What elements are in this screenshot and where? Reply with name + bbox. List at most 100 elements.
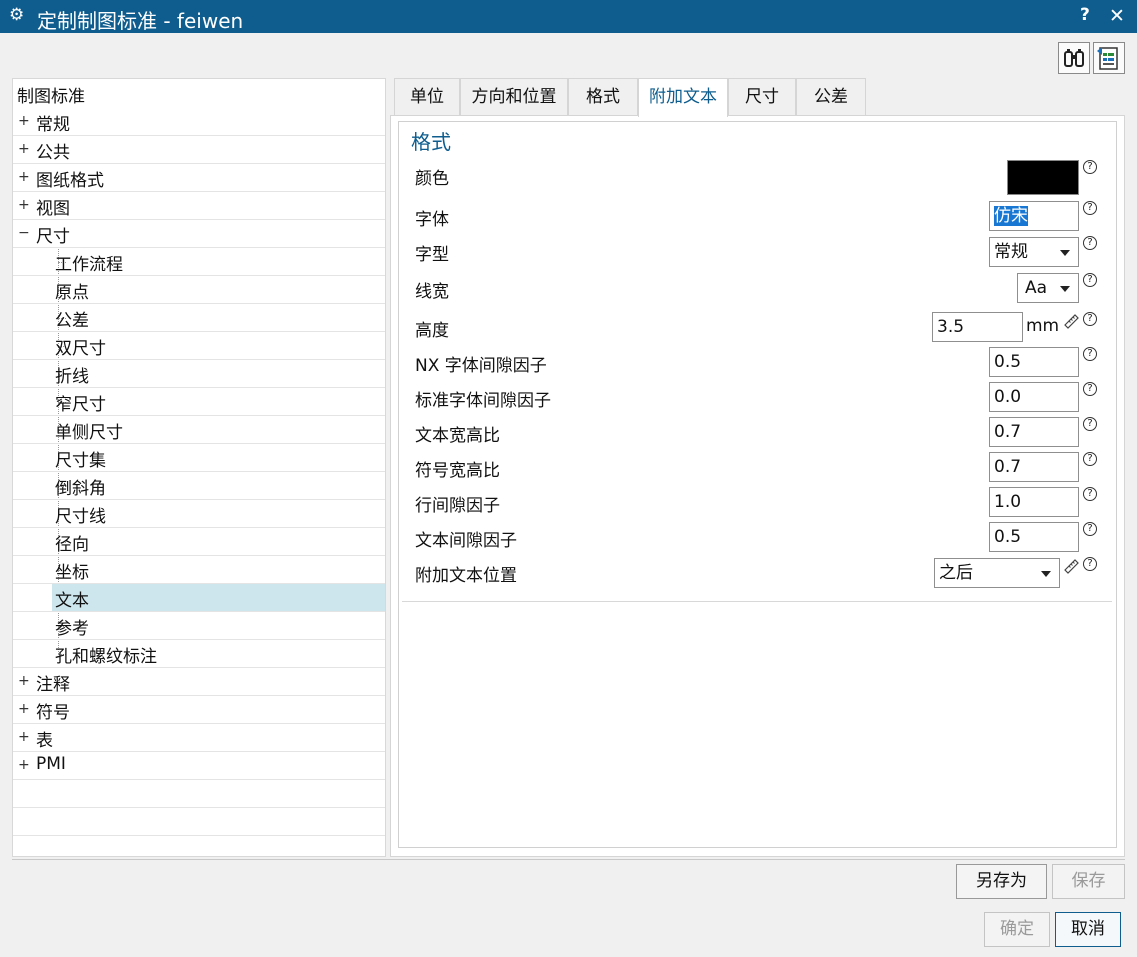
symbol-ratio-label: 符号宽高比 bbox=[415, 461, 500, 481]
expand-icon[interactable]: + bbox=[18, 169, 30, 186]
help-button[interactable]: ? bbox=[1080, 5, 1090, 25]
tree-child-selected[interactable]: 文本 bbox=[13, 584, 385, 612]
help-icon[interactable]: ? bbox=[1083, 382, 1097, 396]
font-field[interactable]: 仿宋 bbox=[989, 201, 1079, 231]
tree-child[interactable]: 双尺寸 bbox=[13, 332, 385, 360]
help-icon[interactable]: ? bbox=[1083, 160, 1097, 174]
tree-item-label: 公共 bbox=[36, 143, 70, 163]
tree-child[interactable]: 折线 bbox=[13, 360, 385, 388]
expand-icon[interactable]: + bbox=[18, 729, 30, 746]
linewidth-label: 线宽 bbox=[415, 282, 449, 302]
position-select[interactable]: 之后 bbox=[934, 558, 1060, 588]
tree-child[interactable]: 工作流程 bbox=[13, 248, 385, 276]
tree-child[interactable]: 公差 bbox=[13, 304, 385, 332]
binoculars-icon[interactable] bbox=[1058, 42, 1090, 74]
tree-item-general[interactable]: + 常规 bbox=[13, 108, 385, 136]
tree-child-label: 单侧尺寸 bbox=[55, 423, 123, 443]
tree-item-pmi[interactable]: + PMI bbox=[13, 752, 385, 780]
tree-child[interactable]: 坐标 bbox=[13, 556, 385, 584]
tab-format[interactable]: 格式 bbox=[568, 78, 638, 115]
measure-icon[interactable] bbox=[1063, 557, 1080, 574]
tree-item-symbols[interactable]: + 符号 bbox=[13, 696, 385, 724]
tab-orientation-position[interactable]: 方向和位置 bbox=[460, 78, 568, 115]
cancel-button[interactable]: 取消 bbox=[1055, 912, 1121, 947]
help-icon[interactable]: ? bbox=[1083, 236, 1097, 250]
tree-child-label: 窄尺寸 bbox=[55, 395, 106, 415]
symbol-ratio-input[interactable]: 0.7 bbox=[989, 452, 1079, 482]
save-as-button[interactable]: 另存为 bbox=[956, 864, 1047, 899]
tab-appended-text[interactable]: 附加文本 bbox=[638, 78, 728, 117]
section-divider bbox=[402, 601, 1112, 602]
height-input[interactable]: 3.5 bbox=[932, 312, 1023, 342]
tree-child-label: 工作流程 bbox=[55, 255, 123, 275]
tree-child[interactable]: 径向 bbox=[13, 528, 385, 556]
line-gap-input[interactable]: 1.0 bbox=[989, 487, 1079, 517]
tree-item-label: 常规 bbox=[36, 115, 70, 135]
tree-item-dimension[interactable]: − 尺寸 bbox=[13, 220, 385, 248]
style-label: 字型 bbox=[415, 245, 449, 265]
help-icon[interactable]: ? bbox=[1083, 347, 1097, 361]
tree-item-notes[interactable]: + 注释 bbox=[13, 668, 385, 696]
position-label: 附加文本位置 bbox=[415, 566, 517, 586]
std-gap-input[interactable]: 0.0 bbox=[989, 382, 1079, 412]
save-button[interactable]: 保存 bbox=[1052, 864, 1125, 899]
tree-child[interactable]: 参考 bbox=[13, 612, 385, 640]
color-swatch[interactable] bbox=[1007, 160, 1079, 195]
tree-child-label: 公差 bbox=[55, 311, 89, 331]
tree-item-label: 视图 bbox=[36, 199, 70, 219]
tree-child-label: 坐标 bbox=[55, 563, 89, 583]
help-icon[interactable]: ? bbox=[1083, 417, 1097, 431]
tree-item-label: 注释 bbox=[36, 675, 70, 695]
help-icon[interactable]: ? bbox=[1083, 487, 1097, 501]
tree-child-label: 参考 bbox=[55, 619, 89, 639]
help-icon[interactable]: ? bbox=[1083, 522, 1097, 536]
tree-child[interactable]: 窄尺寸 bbox=[13, 388, 385, 416]
tab-units[interactable]: 单位 bbox=[394, 78, 460, 115]
window-title: 定制制图标准 - feiwen bbox=[37, 9, 244, 33]
close-button[interactable]: ✕ bbox=[1109, 5, 1125, 27]
help-icon[interactable]: ? bbox=[1083, 312, 1097, 326]
expand-icon[interactable]: + bbox=[18, 113, 30, 130]
help-icon[interactable]: ? bbox=[1083, 201, 1097, 215]
tree-item-common[interactable]: + 公共 bbox=[13, 136, 385, 164]
tree-child[interactable]: 单侧尺寸 bbox=[13, 416, 385, 444]
tree-root-label: 制图标准 bbox=[17, 87, 85, 107]
text-ratio-label: 文本宽高比 bbox=[415, 426, 500, 446]
collapse-icon[interactable]: − bbox=[18, 225, 30, 242]
help-icon[interactable]: ? bbox=[1083, 557, 1097, 571]
nx-gap-input[interactable]: 0.5 bbox=[989, 347, 1079, 377]
help-icon[interactable]: ? bbox=[1083, 452, 1097, 466]
expand-icon[interactable]: + bbox=[18, 197, 30, 214]
tree-child[interactable]: 尺寸线 bbox=[13, 500, 385, 528]
text-gap-input[interactable]: 0.5 bbox=[989, 522, 1079, 552]
expand-icon[interactable]: + bbox=[18, 141, 30, 158]
ok-button[interactable]: 确定 bbox=[984, 912, 1050, 947]
gear-icon[interactable]: ⚙ bbox=[9, 5, 24, 25]
height-label: 高度 bbox=[415, 321, 449, 341]
expand-icon[interactable]: + bbox=[18, 673, 30, 690]
standards-tree: 制图标准 + 常规 + 公共 + 图纸格式 + 视图 − 尺寸 工作流程 原点 … bbox=[12, 78, 386, 857]
tree-child-label: 孔和螺纹标注 bbox=[55, 647, 157, 667]
tree-item-view[interactable]: + 视图 bbox=[13, 192, 385, 220]
tab-tolerance[interactable]: 公差 bbox=[796, 78, 866, 115]
measure-icon[interactable] bbox=[1063, 312, 1080, 329]
linewidth-value: Aa bbox=[1025, 278, 1048, 298]
expand-icon[interactable]: + bbox=[18, 701, 30, 718]
linewidth-select[interactable]: Aa bbox=[1017, 273, 1079, 303]
export-spreadsheet-icon[interactable] bbox=[1093, 42, 1125, 74]
tree-child[interactable]: 孔和螺纹标注 bbox=[13, 640, 385, 668]
tree-child[interactable]: 原点 bbox=[13, 276, 385, 304]
font-style-select[interactable]: 常规 bbox=[989, 237, 1079, 267]
text-ratio-input[interactable]: 0.7 bbox=[989, 417, 1079, 447]
tree-item-drawing-format[interactable]: + 图纸格式 bbox=[13, 164, 385, 192]
tree-item-table[interactable]: + 表 bbox=[13, 724, 385, 752]
tab-dimension[interactable]: 尺寸 bbox=[728, 78, 796, 115]
tree-child[interactable]: 尺寸集 bbox=[13, 444, 385, 472]
chevron-down-icon bbox=[1060, 286, 1070, 292]
tree-empty-row bbox=[13, 808, 385, 836]
help-icon[interactable]: ? bbox=[1083, 273, 1097, 287]
tree-child[interactable]: 倒斜角 bbox=[13, 472, 385, 500]
tree-item-label: 表 bbox=[36, 731, 53, 751]
tree-child-label: 径向 bbox=[55, 535, 89, 555]
expand-icon[interactable]: + bbox=[18, 757, 30, 774]
